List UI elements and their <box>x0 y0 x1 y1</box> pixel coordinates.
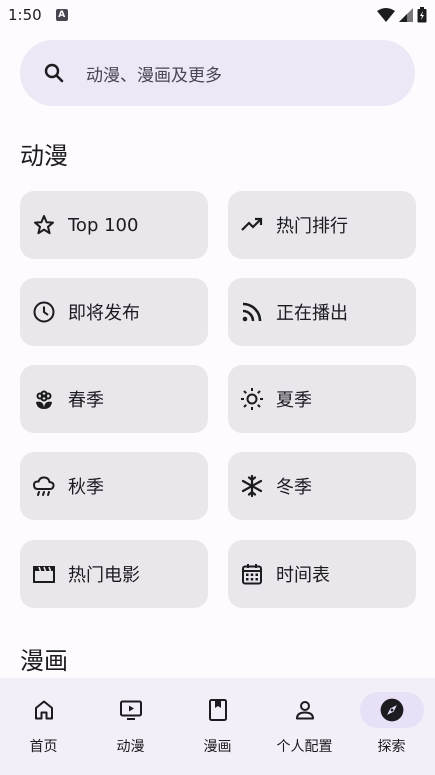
schedule-label: 时间表 <box>276 565 330 586</box>
airing-button[interactable]: 正在播出 <box>228 278 416 346</box>
top-100-label: Top 100 <box>68 214 139 236</box>
autumn-button[interactable]: 秋季 <box>20 452 208 520</box>
trending-button[interactable]: 热门排行 <box>228 191 416 259</box>
bottom-navigation: 首页 动漫 漫画 个人配置 探索 <box>0 678 435 775</box>
snowflake-icon <box>240 474 264 498</box>
manga-section-title: 漫画 <box>20 647 68 675</box>
popular-movies-button[interactable]: 热门电影 <box>20 540 208 608</box>
nav-label-home: 首页 <box>29 739 58 755</box>
battery-icon <box>417 7 427 23</box>
nav-label-anime: 动漫 <box>116 739 145 755</box>
compass-icon <box>359 692 424 728</box>
sun-icon <box>240 387 264 411</box>
winter-button[interactable]: 冬季 <box>228 452 416 520</box>
status-bar: 1:50 A <box>0 0 435 30</box>
signal-icon <box>399 8 413 22</box>
calendar-icon <box>240 562 264 586</box>
home-icon <box>12 692 76 728</box>
popular-movies-label: 热门电影 <box>68 565 140 586</box>
nav-label-manga: 漫画 <box>203 739 232 755</box>
summer-button[interactable]: 夏季 <box>228 365 416 433</box>
anime-section-title: 动漫 <box>20 142 68 170</box>
status-indicators <box>377 7 427 23</box>
trending-label: 热门排行 <box>276 216 348 237</box>
nav-item-manga[interactable]: 漫画 <box>174 678 261 775</box>
trending-up-icon <box>240 213 264 237</box>
upcoming-label: 即将发布 <box>68 303 140 324</box>
status-time: 1:50 <box>8 6 42 24</box>
search-bar[interactable]: 动漫、漫画及更多 <box>20 40 415 106</box>
rss-icon <box>240 300 264 324</box>
nav-label-profile: 个人配置 <box>276 739 333 755</box>
autumn-label: 秋季 <box>68 477 104 498</box>
search-placeholder: 动漫、漫画及更多 <box>86 65 222 86</box>
person-icon <box>273 692 337 728</box>
nav-item-explore[interactable]: 探索 <box>348 678 435 775</box>
nav-item-anime[interactable]: 动漫 <box>87 678 174 775</box>
tv-icon <box>99 692 163 728</box>
summer-label: 夏季 <box>276 390 312 411</box>
wifi-icon <box>377 8 395 22</box>
spring-button[interactable]: 春季 <box>20 365 208 433</box>
rain-cloud-icon <box>32 474 56 498</box>
movie-icon <box>32 562 56 586</box>
top-100-button[interactable]: Top 100 <box>20 191 208 259</box>
notification-icon: A <box>55 9 68 21</box>
upcoming-button[interactable]: 即将发布 <box>20 278 208 346</box>
airing-label: 正在播出 <box>276 303 348 324</box>
schedule-button[interactable]: 时间表 <box>228 540 416 608</box>
search-icon <box>44 63 64 83</box>
flower-icon <box>32 387 56 411</box>
spring-label: 春季 <box>68 390 104 411</box>
nav-item-home[interactable]: 首页 <box>0 678 87 775</box>
clock-icon <box>32 300 56 324</box>
book-icon <box>186 692 250 728</box>
nav-item-profile[interactable]: 个人配置 <box>261 678 348 775</box>
star-icon <box>32 213 56 237</box>
winter-label: 冬季 <box>276 477 312 498</box>
nav-label-explore: 探索 <box>377 739 406 755</box>
